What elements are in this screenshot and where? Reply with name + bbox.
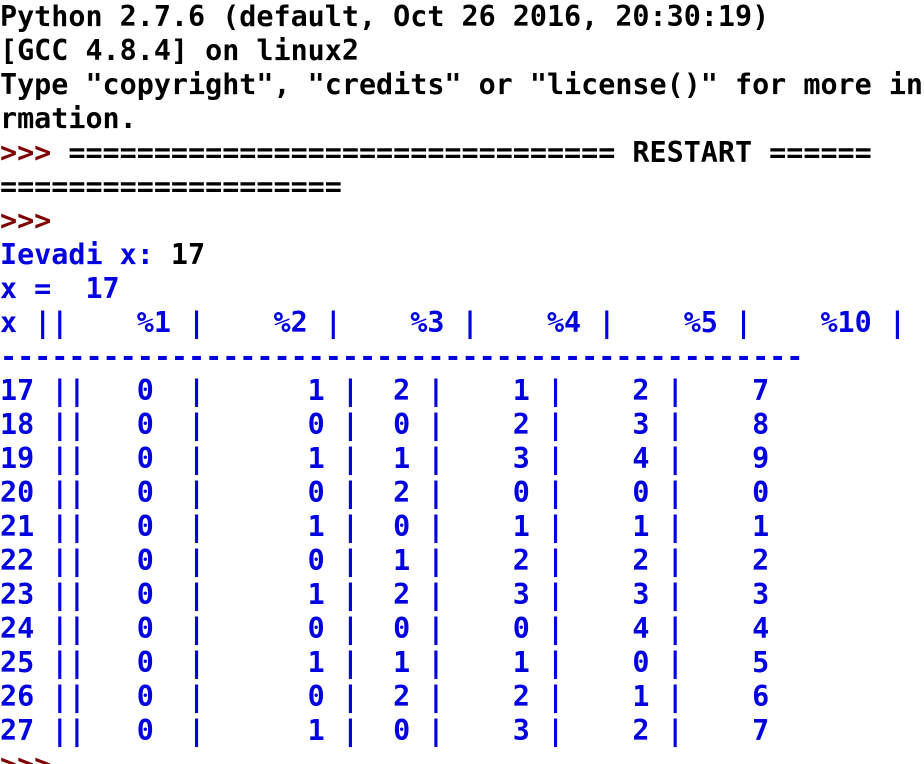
table-row: 26 || 0 | 0 | 2 | 2 | 1 | 6 [0, 680, 770, 713]
table-separator: ----------------------------------------… [0, 340, 804, 373]
table-body: 17 || 0 | 1 | 2 | 1 | 2 | 7 18 || 0 | 0 |… [0, 374, 924, 748]
python-shell-output[interactable]: Python 2.7.6 (default, Oct 26 2016, 20:3… [0, 0, 924, 764]
restart-line: >>> ================================ RES… [0, 136, 924, 170]
table-row: 19 || 0 | 1 | 1 | 3 | 4 | 9 [0, 442, 770, 475]
table-row: 20 || 0 | 0 | 2 | 0 | 0 | 0 [0, 476, 770, 509]
banner-line-3: Type "copyright", "credits" or "license(… [0, 68, 924, 101]
banner-line-4: rmation. [0, 102, 137, 135]
shell-prompt-final[interactable]: >>> [0, 748, 924, 764]
input-value: 17 [153, 238, 206, 271]
shell-prompt: >>> [0, 136, 52, 169]
input-prompt: Ievadi x: [0, 238, 154, 271]
table-row: 17 || 0 | 1 | 2 | 1 | 2 | 7 [0, 374, 770, 407]
table-row: 27 || 0 | 1 | 0 | 3 | 2 | 7 [0, 714, 770, 747]
input-line: Ievadi x: 17 [0, 238, 924, 272]
table-row: 21 || 0 | 1 | 0 | 1 | 1 | 1 [0, 510, 770, 543]
banner-line-2: [GCC 4.8.4] on linux2 [0, 34, 359, 67]
restart-line-continuation: ==================== [0, 170, 342, 203]
echo-line: x = 17 [0, 272, 120, 305]
restart-banner: ================================ RESTART… [51, 136, 872, 169]
table-row: 25 || 0 | 1 | 1 | 1 | 0 | 5 [0, 646, 770, 679]
shell-prompt: >>> [0, 204, 52, 237]
table-row: 22 || 0 | 0 | 1 | 2 | 2 | 2 [0, 544, 770, 577]
banner-line-1: Python 2.7.6 (default, Oct 26 2016, 20:3… [0, 0, 770, 33]
table-row: 24 || 0 | 0 | 0 | 0 | 4 | 4 [0, 612, 770, 645]
table-header: x || %1 | %2 | %3 | %4 | %5 | %10 | [0, 306, 906, 339]
table-row: 18 || 0 | 0 | 0 | 2 | 3 | 8 [0, 408, 770, 441]
table-row: 23 || 0 | 1 | 2 | 3 | 3 | 3 [0, 578, 770, 611]
